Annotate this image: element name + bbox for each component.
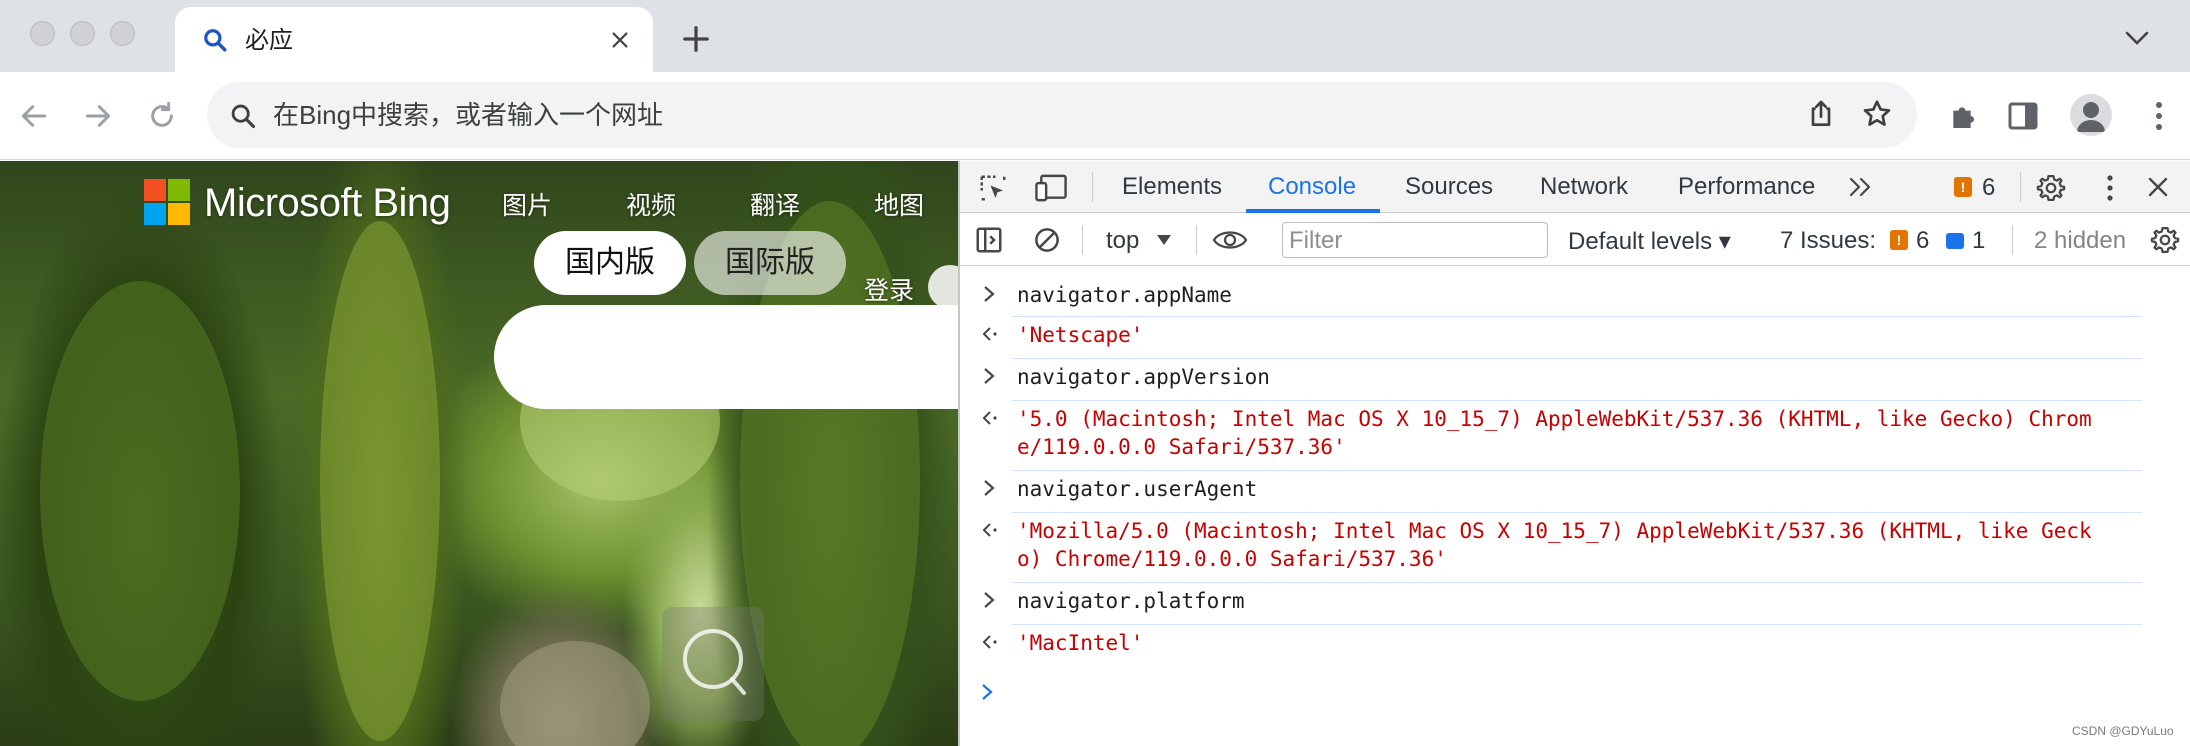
- console-result[interactable]: 'Mozilla/5.0 (Macintosh; Intel Mac OS X …: [1017, 517, 2092, 573]
- hidden-count[interactable]: 2 hidden: [2034, 227, 2126, 255]
- nav-translate[interactable]: 翻译: [750, 191, 800, 221]
- nav-images[interactable]: 图片: [502, 191, 552, 221]
- inspect-element-icon[interactable]: [978, 173, 1008, 203]
- search-icon: [202, 27, 228, 53]
- console-result-row: 'MacIntel': [960, 625, 2142, 667]
- message-badge-icon: [1946, 233, 1964, 249]
- settings-gear-icon[interactable]: [2036, 173, 2066, 203]
- search-icon: [229, 102, 257, 130]
- close-icon[interactable]: [2146, 175, 2170, 199]
- kebab-menu-icon[interactable]: [2106, 174, 2114, 202]
- console-command: navigator.appName: [1017, 283, 1232, 307]
- console-settings-gear-icon[interactable]: [2150, 225, 2180, 255]
- console-input-row: navigator.userAgent: [960, 471, 2142, 513]
- devtools-panel: Elements Console Sources Network Perform…: [958, 161, 2190, 746]
- log-levels-dropdown[interactable]: Default levels ▾: [1568, 227, 1731, 256]
- warning-badge-icon: !: [1890, 230, 1908, 250]
- user-avatar[interactable]: [928, 265, 958, 309]
- profile-avatar[interactable]: [2070, 94, 2112, 136]
- browser-tab[interactable]: 必应: [175, 7, 653, 72]
- more-tabs-chevron-icon[interactable]: [1848, 175, 1874, 199]
- kebab-menu-icon[interactable]: [2154, 100, 2164, 132]
- nav-videos[interactable]: 视频: [626, 191, 676, 221]
- return-arrow-icon: [982, 633, 1000, 651]
- warning-badge-icon: !: [1954, 177, 1972, 197]
- console-command: navigator.platform: [1017, 589, 1245, 613]
- filter-placeholder: Filter: [1289, 227, 1343, 254]
- console-input-row: navigator.platform: [960, 583, 2142, 625]
- extensions-puzzle-icon[interactable]: [1948, 100, 1980, 132]
- console-command: navigator.appVersion: [1017, 365, 1270, 389]
- return-arrow-icon: [982, 409, 1000, 427]
- chevron-right-icon: [982, 367, 996, 385]
- region-tab-domestic[interactable]: 国内版: [534, 231, 686, 295]
- tab-elements[interactable]: Elements: [1122, 173, 1222, 201]
- bing-brand: Microsoft Bing: [204, 181, 451, 225]
- browser-toolbar: 在Bing中搜索，或者输入一个网址: [0, 72, 2190, 160]
- sidebar-toggle-icon[interactable]: [974, 225, 1004, 255]
- console-command: navigator.userAgent: [1017, 477, 1258, 501]
- login-link[interactable]: 登录: [864, 271, 914, 307]
- console-prompt-row[interactable]: [960, 675, 2142, 715]
- window-zoom-button[interactable]: [110, 21, 135, 46]
- console-result-row: '5.0 (Macintosh; Intel Mac OS X 10_15_7)…: [960, 401, 2142, 471]
- chevron-right-icon: [982, 285, 996, 303]
- bing-homepage: Microsoft Bing 图片 视频 翻译 地图 国内版 国际版 登录: [0, 161, 958, 746]
- console-result-row: 'Netscape': [960, 317, 2142, 359]
- eye-icon[interactable]: [1212, 227, 1248, 253]
- address-bar[interactable]: 在Bing中搜索，或者输入一个网址: [207, 82, 1917, 148]
- tab-console[interactable]: Console: [1268, 173, 1356, 201]
- return-arrow-icon: [982, 325, 1000, 343]
- console-input-row: navigator.appVersion: [960, 359, 2142, 401]
- visual-search-icon[interactable]: [662, 607, 764, 721]
- nav-maps[interactable]: 地图: [874, 191, 924, 221]
- side-panel-icon[interactable]: [2008, 102, 2038, 130]
- tab-performance[interactable]: Performance: [1678, 173, 1815, 201]
- new-tab-plus-icon[interactable]: [681, 24, 711, 54]
- chevron-right-icon: [982, 591, 996, 609]
- region-tab-international[interactable]: 国际版: [694, 231, 846, 295]
- bing-search-box[interactable]: [494, 305, 958, 409]
- filter-input[interactable]: Filter: [1282, 222, 1548, 258]
- chevron-right-icon: [980, 683, 994, 701]
- console-result-row: 'Mozilla/5.0 (Macintosh; Intel Mac OS X …: [960, 513, 2142, 583]
- console-output[interactable]: navigator.appName 'Netscape' navigator.a…: [960, 267, 2190, 746]
- window-close-button[interactable]: [30, 21, 55, 46]
- issues-warning-count[interactable]: 6: [1916, 227, 1929, 255]
- device-toolbar-icon[interactable]: [1034, 173, 1068, 203]
- console-toolbar: top Filter Default levels ▾ 7 Issues: ! …: [960, 214, 2190, 266]
- console-input-row: navigator.appName: [960, 277, 2142, 317]
- share-icon[interactable]: [1805, 98, 1837, 130]
- tab-title: 必应: [245, 27, 293, 54]
- close-icon[interactable]: [609, 29, 631, 51]
- console-result[interactable]: '5.0 (Macintosh; Intel Mac OS X 10_15_7)…: [1017, 405, 2092, 461]
- devtools-tab-bar: Elements Console Sources Network Perform…: [960, 161, 2190, 213]
- window-minimize-button[interactable]: [70, 21, 95, 46]
- tab-strip: 必应: [0, 0, 2190, 72]
- watermark: CSDN @GDYuLuo: [2072, 724, 2174, 738]
- chevron-right-icon: [982, 479, 996, 497]
- context-selector[interactable]: top: [1106, 227, 1139, 255]
- clear-console-icon[interactable]: [1032, 225, 1062, 255]
- back-arrow-icon[interactable]: [18, 100, 50, 132]
- active-tab-indicator: [1246, 209, 1380, 213]
- console-result[interactable]: 'MacIntel': [1017, 629, 1143, 657]
- dropdown-triangle-icon: [1156, 234, 1172, 246]
- issues-count[interactable]: 6: [1982, 174, 1995, 202]
- reload-icon[interactable]: [146, 100, 178, 132]
- issues-info-count[interactable]: 1: [1972, 227, 1985, 255]
- return-arrow-icon: [982, 521, 1000, 539]
- chevron-down-icon[interactable]: [2124, 30, 2150, 46]
- console-result[interactable]: 'Netscape': [1017, 321, 1143, 349]
- address-placeholder: 在Bing中搜索，或者输入一个网址: [273, 100, 664, 130]
- issues-label[interactable]: 7 Issues:: [1780, 227, 1876, 255]
- bookmark-star-icon[interactable]: [1861, 98, 1893, 130]
- forward-arrow-icon[interactable]: [82, 100, 114, 132]
- tab-sources[interactable]: Sources: [1405, 173, 1493, 201]
- tab-network[interactable]: Network: [1540, 173, 1628, 201]
